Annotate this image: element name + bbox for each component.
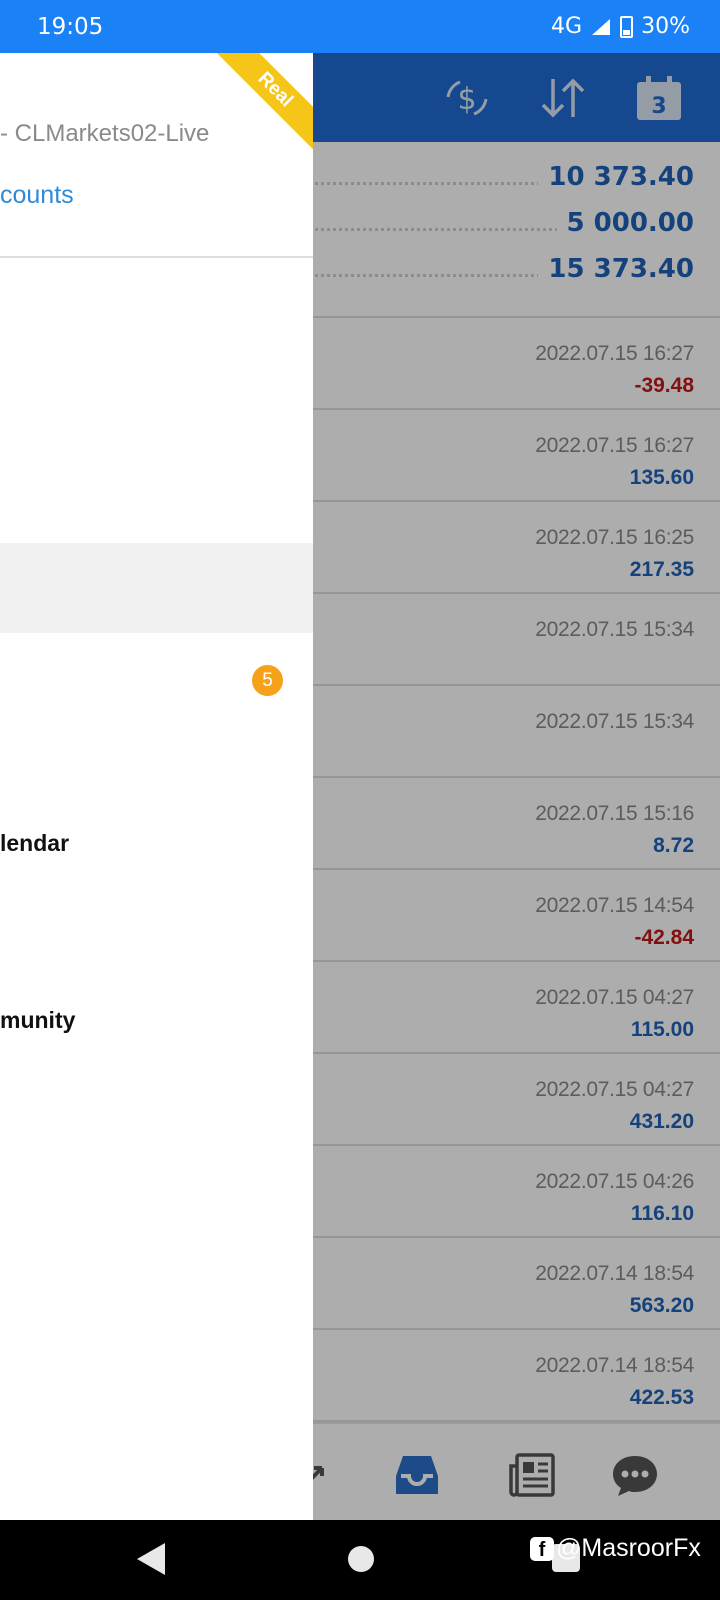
notification-badge: 5 [252, 665, 283, 696]
app-screen: $ 3 10 373.40 5 000.00 15 373.40 2022.07… [0, 53, 720, 1520]
watermark-text: @MasroorFx [556, 1534, 701, 1562]
drawer-item-community[interactable]: munity [0, 1007, 75, 1034]
watermark: f @MasroorFx [530, 1534, 701, 1563]
battery-level: 30% [641, 14, 690, 39]
system-navigation-bar: f @MasroorFx [0, 1520, 720, 1600]
signal-icon [592, 18, 611, 35]
battery-icon [620, 15, 634, 38]
drawer-item-selected[interactable] [0, 543, 313, 633]
home-icon[interactable] [348, 1546, 374, 1572]
manage-accounts-link[interactable]: counts [0, 181, 74, 210]
status-time: 19:05 [37, 14, 104, 40]
status-indicators: 4G 30% [551, 14, 690, 39]
divider [0, 256, 313, 258]
facebook-icon: f [530, 1536, 554, 1561]
back-icon[interactable] [137, 1543, 165, 1575]
server-name: - CLMarkets02-Live [0, 120, 210, 147]
status-bar: 19:05 4G 30% [0, 0, 720, 53]
navigation-drawer: Real - CLMarkets02-Live counts 5 lendar … [0, 53, 313, 1520]
drawer-item-calendar[interactable]: lendar [0, 830, 69, 857]
account-type-ribbon: Real [207, 53, 313, 158]
network-type: 4G [551, 14, 583, 39]
